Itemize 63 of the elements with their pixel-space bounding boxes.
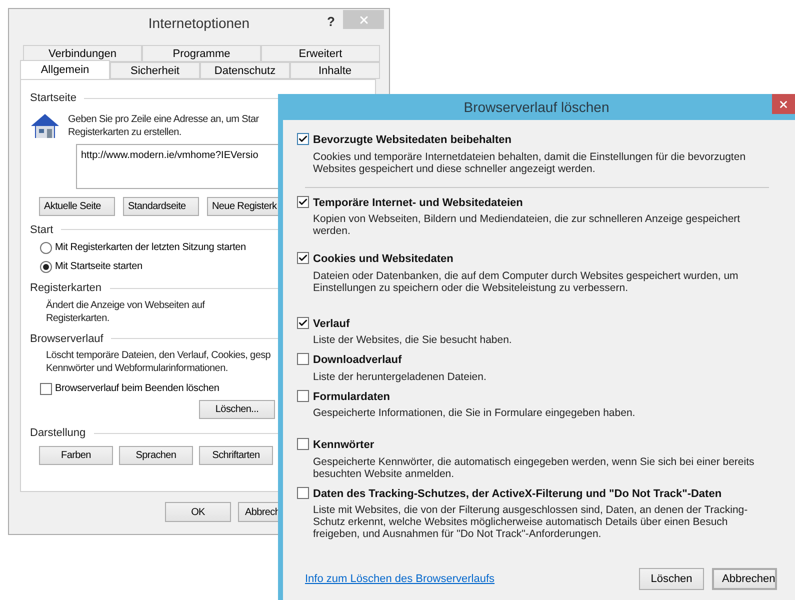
option-description: Liste der heruntergeladenen Dateien. (313, 370, 486, 382)
help-button[interactable]: ? (327, 12, 335, 32)
page-button[interactable]: Aktuelle Seite (39, 196, 115, 216)
radio-button[interactable] (40, 242, 52, 254)
description-text: Registerkarten. (46, 312, 110, 324)
option-description: Gespeicherte Kennwörter, die automatisch eingegeben werden, wenn Sie sich bei einer bereits besuchten Website anmelden. (313, 456, 756, 480)
option-description: Liste mit Websites, die von der Filterung ausgeschlossen sind, Daten, an denen der Tracking-Schutz erkennt, welche Websites möglicherweise automatisch Details über einen Besuch freigeben, und Ausnahmen für "Do Not Track"-Anforderungen. (313, 504, 749, 540)
option-title: Cookies und Websitedaten (313, 252, 454, 267)
checkbox[interactable] (297, 353, 309, 365)
checkbox[interactable] (297, 390, 309, 402)
section-heading: Browserverlauf (30, 332, 104, 346)
close-icon (778, 98, 789, 110)
option-title: Daten des Tracking-Schutzes, der ActiveX-Filterung und "Do Not Track"-Daten (313, 486, 723, 502)
option-description: Kopien von Webseiten, Bildern und Mediendateien, die zur schnelleren Anzeige gespeichert werden. (313, 213, 742, 237)
option-description: Liste der Websites, die Sie besucht haben. (313, 334, 512, 346)
section-heading: Start (30, 222, 54, 238)
appearance-button[interactable]: Schriftarten (199, 446, 273, 464)
house-icon (30, 112, 60, 138)
tab[interactable]: Datenschutz (200, 62, 290, 79)
radio-label: Mit Registerkarten der letzten Sitzung starten (55, 241, 246, 255)
tab[interactable]: Verbindungen (23, 45, 142, 62)
checkbox[interactable] (297, 438, 309, 450)
delete-button[interactable]: Löschen... (199, 400, 275, 419)
checkbox[interactable] (297, 252, 309, 264)
close-icon (358, 14, 370, 26)
description-text: Löscht temporäre Dateien, den Verlauf, Cookies, gesp (46, 349, 271, 362)
dialog-button[interactable]: Löschen (639, 568, 704, 590)
dialog-button[interactable]: OK (165, 502, 231, 522)
appearance-button[interactable]: Sprachen (119, 446, 193, 464)
option-title: Temporäre Internet- und Websitedateien (313, 196, 524, 210)
tab[interactable]: Erweitert (261, 45, 380, 62)
dialog-title: Browserverlauf löschen (464, 98, 610, 116)
radio-button[interactable] (40, 260, 52, 272)
checkbox[interactable] (297, 486, 309, 498)
appearance-button[interactable]: Farben (39, 446, 113, 464)
option-description: Gespeicherte Informationen, die Sie in Formulare eingegeben haben. (313, 407, 636, 419)
checkbox[interactable] (297, 133, 309, 145)
tab[interactable]: Inhalte (290, 62, 380, 79)
option-description: Dateien oder Datenbanken, die auf dem Computer durch Websites gespeichert wurden, um Einstellungen zu speichern oder die Websiteleistung zu verbessern. (313, 270, 740, 294)
checkbox[interactable] (297, 196, 309, 208)
dialog-button[interactable]: Abbrechen (712, 568, 777, 590)
description-text: Kennwörter und Webformularinformationen. (46, 362, 228, 375)
window-title: Internetoptionen (148, 14, 250, 33)
option-title: Kennwörter (313, 438, 376, 453)
description-text: Ändert die Anzeige von Webseiten auf (46, 298, 205, 312)
tab[interactable]: Programme (142, 45, 261, 62)
checkbox[interactable] (297, 316, 309, 328)
section-heading: Registerkarten (30, 281, 102, 296)
close-button[interactable] (772, 94, 795, 114)
checkbox-label: Browserverlauf beim Beenden löschen (55, 382, 220, 396)
radio-label: Mit Startseite starten (55, 260, 142, 274)
checkbox[interactable] (40, 382, 52, 394)
option-title: Verlauf (313, 316, 351, 332)
section-heading: Startseite (30, 91, 76, 106)
section-heading: Darstellung (30, 426, 86, 441)
description-text: Geben Sie pro Zeile eine Adresse an, um Star (68, 112, 259, 126)
tab[interactable]: Allgemein (20, 60, 110, 79)
option-title: Downloadverlauf (313, 353, 403, 368)
tab[interactable]: Sicherheit (110, 62, 200, 79)
option-title: Formulardaten (313, 390, 392, 404)
description-text: Registerkarten zu erstellen. (68, 126, 182, 138)
help-link[interactable]: Info zum Löschen des Browserverlaufs (305, 570, 495, 588)
page-button[interactable]: Standardseite (123, 196, 199, 216)
